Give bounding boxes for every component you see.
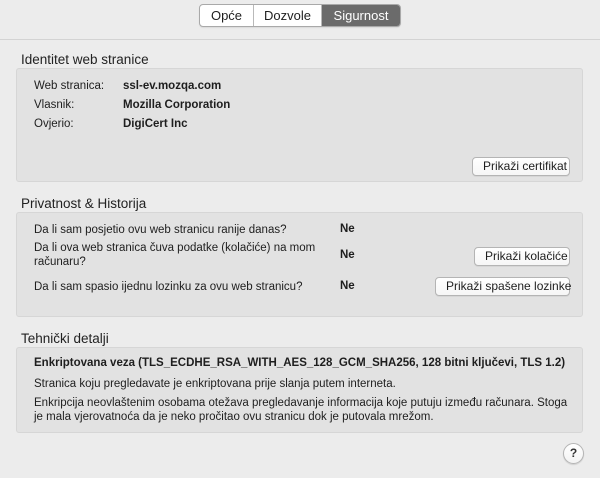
view-cookies-button[interactable]: Prikaži kolačiće <box>474 247 570 266</box>
technical-box: Enkriptovana veza (TLS_ECDHE_RSA_WITH_AE… <box>16 347 583 433</box>
cookies-question: Da li ova web stranica čuva podatke (kol… <box>34 242 316 268</box>
encryption-description: Stranica koju pregledavate je enkriptova… <box>34 378 396 390</box>
page-info-security-pane: Opće Dozvole Sigurnost Identitet web str… <box>0 0 600 478</box>
verified-by-value: DigiCert Inc <box>123 118 188 130</box>
tab-bar: Opće Dozvole Sigurnost <box>199 4 401 27</box>
view-saved-passwords-button[interactable]: Prikaži spašene lozinke <box>435 277 571 296</box>
header-divider <box>0 39 600 40</box>
owner-value: Mozilla Corporation <box>123 99 231 111</box>
help-button[interactable]: ? <box>563 443 584 464</box>
identity-box: Web stranica: ssl-ev.mozqa.com Vlasnik: … <box>16 68 583 182</box>
cookies-answer: Ne <box>340 249 355 261</box>
privacy-box: Da li sam posjetio ovu web stranicu rani… <box>16 212 583 317</box>
view-certificate-button[interactable]: Prikaži certifikat <box>472 157 570 176</box>
owner-label: Vlasnik: <box>34 99 75 111</box>
section-title-privacy: Privatnost & Historija <box>21 196 147 211</box>
website-label: Web stranica: <box>34 80 105 92</box>
tab-general[interactable]: Opće <box>200 5 253 26</box>
visited-before-answer: Ne <box>340 223 355 235</box>
verified-by-label: Ovjerio: <box>34 118 74 130</box>
section-title-technical: Tehnički detalji <box>21 331 109 346</box>
encryption-explanation: Enkripcija neovlaštenim osobama otežava … <box>34 397 568 423</box>
section-title-identity: Identitet web stranice <box>21 52 149 67</box>
encryption-heading: Enkriptovana veza (TLS_ECDHE_RSA_WITH_AE… <box>34 357 566 369</box>
saved-passwords-question: Da li sam spasio ijednu lozinku za ovu w… <box>34 281 303 293</box>
tab-security[interactable]: Sigurnost <box>321 5 400 26</box>
website-value: ssl-ev.mozqa.com <box>123 80 222 92</box>
tab-permissions[interactable]: Dozvole <box>253 5 321 26</box>
visited-before-question: Da li sam posjetio ovu web stranicu rani… <box>34 224 287 236</box>
saved-passwords-answer: Ne <box>340 280 355 292</box>
